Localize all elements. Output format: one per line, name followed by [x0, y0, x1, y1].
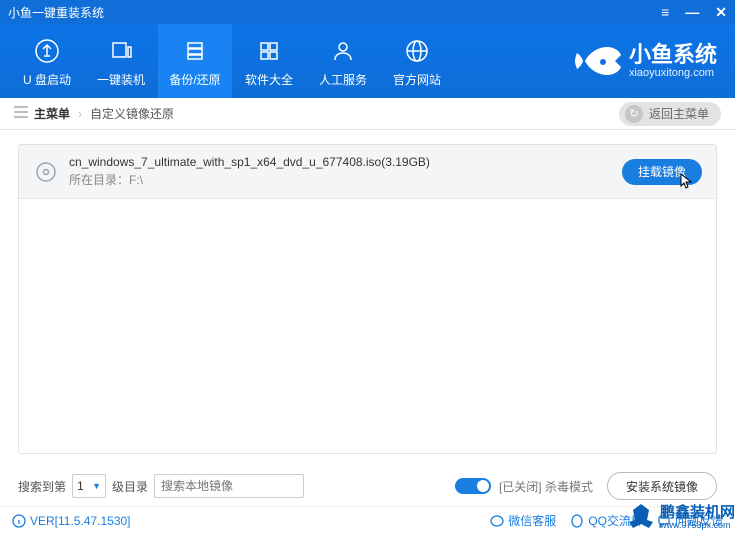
info-icon: [12, 514, 26, 528]
nav-software[interactable]: 软件大全: [232, 24, 306, 98]
version-info[interactable]: VER[11.5.47.1530]: [12, 514, 131, 528]
page-unit-label: 级目录: [112, 478, 148, 495]
link-label: 微信客服: [508, 512, 556, 529]
grid-icon: [255, 35, 283, 67]
iso-path: 所在目录：F:\: [69, 171, 622, 188]
list-icon: [14, 106, 28, 121]
brand-name: 小鱼系统: [629, 43, 717, 67]
iso-row: cn_windows_7_ultimate_with_sp1_x64_dvd_u…: [19, 145, 716, 199]
footer-controls: 搜索到第 1 ▼ 级目录 [已关闭] 杀毒模式 安装系统镜像: [0, 466, 735, 506]
crumb-main[interactable]: 主菜单: [34, 105, 70, 122]
nav-label: 软件大全: [245, 71, 293, 88]
nav-website[interactable]: 官方网站: [380, 24, 454, 98]
nav-one-click[interactable]: 一键装机: [84, 24, 158, 98]
pc-icon: [107, 35, 135, 67]
content-area: cn_windows_7_ultimate_with_sp1_x64_dvd_u…: [0, 130, 735, 454]
nav-label: 人工服务: [319, 71, 367, 88]
back-arrow-icon: ↻: [625, 105, 643, 123]
titlebar: 小鱼一键重装系统 ≡ — ✕: [0, 0, 735, 24]
globe-icon: [403, 35, 431, 67]
nav-label: U 盘启动: [23, 71, 71, 88]
brand-url: xiaoyuxitong.com: [629, 67, 717, 79]
header: U 盘启动 一键装机 备份/还原 软件大全 人工服务: [0, 24, 735, 98]
nav-usb-boot[interactable]: U 盘启动: [10, 24, 84, 98]
nav-support[interactable]: 人工服务: [306, 24, 380, 98]
iso-panel: cn_windows_7_ultimate_with_sp1_x64_dvd_u…: [18, 144, 717, 454]
brand: 小鱼系统 xiaoyuxitong.com: [573, 43, 717, 79]
chevron-right-icon: ›: [78, 107, 82, 121]
mount-image-button[interactable]: 挂载镜像: [622, 159, 702, 185]
return-label: 返回主菜单: [649, 105, 709, 122]
feedback-link[interactable]: 问题反馈: [657, 512, 723, 529]
nav-label: 一键装机: [97, 71, 145, 88]
return-main-button[interactable]: ↻ 返回主菜单: [619, 102, 721, 126]
crumb-current: 自定义镜像还原: [90, 105, 174, 122]
minimize-icon[interactable]: —: [685, 4, 699, 21]
search-to-label: 搜索到第: [18, 478, 66, 495]
antivirus-switch[interactable]: [455, 478, 491, 494]
fish-logo-icon: [573, 43, 621, 79]
wechat-support-link[interactable]: 微信客服: [490, 512, 556, 529]
nav-label: 官方网站: [393, 71, 441, 88]
antivirus-label: [已关闭] 杀毒模式: [499, 478, 593, 495]
breadcrumb: 主菜单 › 自定义镜像还原 ↻ 返回主菜单: [0, 98, 735, 130]
person-icon: [329, 35, 357, 67]
wechat-icon: [490, 514, 504, 528]
link-label: QQ交流群: [588, 512, 643, 529]
nav: U 盘启动 一键装机 备份/还原 软件大全 人工服务: [10, 24, 454, 98]
chat-icon: [657, 514, 671, 528]
version-text: VER[11.5.47.1530]: [30, 514, 131, 528]
search-local-image-input[interactable]: [154, 474, 304, 498]
page-value: 1: [77, 479, 84, 493]
window-title: 小鱼一键重装系统: [8, 4, 661, 21]
chevron-down-icon: ▼: [92, 481, 101, 491]
window-controls: ≡ — ✕: [661, 4, 727, 21]
iso-filename: cn_windows_7_ultimate_with_sp1_x64_dvd_u…: [69, 155, 622, 169]
page-level-select[interactable]: 1 ▼: [72, 474, 106, 498]
status-bar: VER[11.5.47.1530] 微信客服 QQ交流群 问题反馈: [0, 506, 735, 534]
link-label: 问题反馈: [675, 512, 723, 529]
status-links: 微信客服 QQ交流群 问题反馈: [490, 512, 723, 529]
nav-label: 备份/还原: [169, 71, 220, 88]
install-system-image-button[interactable]: 安装系统镜像: [607, 472, 717, 500]
server-icon: [181, 35, 209, 67]
qq-group-link[interactable]: QQ交流群: [570, 512, 643, 529]
close-icon[interactable]: ✕: [715, 4, 727, 21]
qq-icon: [570, 514, 584, 528]
disc-icon: [33, 159, 59, 185]
usb-icon: [33, 35, 61, 67]
antivirus-toggle: [已关闭] 杀毒模式: [455, 478, 593, 495]
menu-icon[interactable]: ≡: [661, 4, 669, 21]
nav-backup-restore[interactable]: 备份/还原: [158, 24, 232, 98]
mount-label: 挂载镜像: [638, 165, 686, 179]
